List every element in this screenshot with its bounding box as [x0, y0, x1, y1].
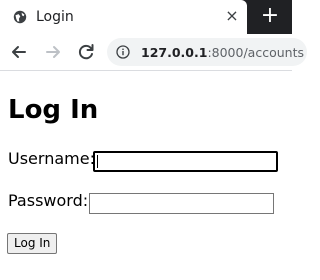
address-bar[interactable]: 127.0.0.1:8000/accounts [107, 38, 307, 66]
page-title: Log In [8, 95, 99, 125]
close-tab-icon[interactable]: × [222, 6, 242, 26]
password-label: Password: [8, 191, 89, 210]
url-host: 127.0.0.1 [141, 45, 208, 60]
tab-title: Login [36, 9, 74, 25]
back-arrow-icon[interactable] [8, 41, 30, 63]
globe-icon [13, 10, 27, 24]
login-button[interactable]: Log In [7, 233, 58, 254]
page-content: Log In Username: Password: Log In [0, 71, 292, 280]
browser-toolbar: 127.0.0.1:8000/accounts [0, 34, 307, 70]
info-icon[interactable] [116, 45, 130, 59]
reload-icon[interactable] [75, 41, 97, 63]
text-caret [97, 155, 98, 168]
url-text[interactable]: 127.0.0.1:8000/accounts [141, 45, 304, 60]
forward-arrow-icon[interactable] [42, 41, 64, 63]
username-input[interactable] [93, 151, 278, 172]
browser-tab-strip: Login × + [0, 0, 292, 34]
browser-tab-login[interactable]: Login × [0, 0, 247, 34]
new-tab-button[interactable]: + [258, 5, 282, 29]
url-path: :8000/accounts [207, 45, 304, 60]
username-label: Username: [8, 149, 95, 168]
password-input[interactable] [89, 193, 274, 214]
